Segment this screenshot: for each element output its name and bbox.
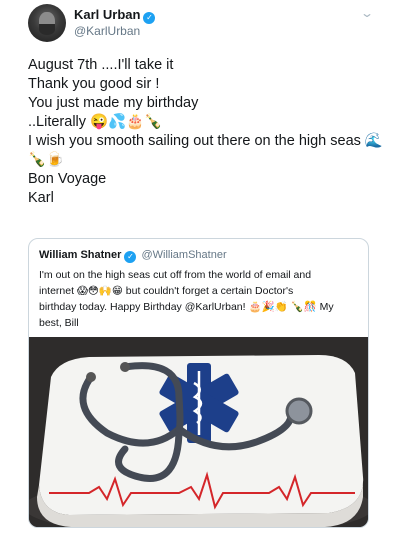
author-name[interactable]: Karl Urban ✓ bbox=[74, 7, 156, 24]
tweet-line: Thank you good sir ! bbox=[28, 76, 160, 92]
quoted-tweet-card[interactable]: William Shatner ✓ @WilliamShatner I'm out… bbox=[28, 238, 369, 528]
quoted-tweet-line: best, Bill bbox=[39, 317, 79, 329]
quoted-tweet-line: internet 😱😳🙌😁 but couldn't forget a cert… bbox=[39, 285, 294, 297]
avatar-beard bbox=[39, 24, 55, 35]
quoted-author-name[interactable]: William Shatner bbox=[39, 249, 121, 261]
avatar[interactable] bbox=[28, 4, 66, 42]
tweet-header: Karl Urban ✓ @KarlUrban ⌄ bbox=[28, 4, 378, 44]
author-name-text: Karl Urban bbox=[74, 7, 141, 22]
tweet-line: You just made my birthday bbox=[28, 95, 199, 111]
quoted-tweet-header: William Shatner ✓ @WilliamShatner bbox=[39, 249, 227, 263]
quoted-author-handle[interactable]: @WilliamShatner bbox=[141, 249, 226, 261]
cake-illustration bbox=[29, 337, 368, 527]
chevron-down-icon[interactable]: ⌄ bbox=[360, 6, 374, 20]
tweet-line: ..Literally 😜💦🎂🍾 bbox=[28, 114, 163, 130]
tweet-line: Bon Voyage bbox=[28, 171, 107, 187]
cake-photo[interactable] bbox=[29, 337, 368, 527]
verified-badge-icon: ✓ bbox=[143, 12, 156, 24]
tweet-line: August 7th ....I'll take it bbox=[28, 57, 174, 73]
tweet-line: 🍾🍺 bbox=[28, 152, 65, 168]
tweet-line: Karl bbox=[28, 190, 54, 206]
quoted-tweet-line: I'm out on the high seas cut off from th… bbox=[39, 269, 312, 281]
quoted-tweet-line: birthday today. Happy Birthday @KarlUrba… bbox=[39, 301, 334, 313]
tweet-text: August 7th ....I'll take it Thank you go… bbox=[28, 56, 383, 208]
quoted-tweet-text: I'm out on the high seas cut off from th… bbox=[39, 267, 364, 331]
verified-badge-icon: ✓ bbox=[124, 251, 137, 263]
author-handle[interactable]: @KarlUrban bbox=[74, 24, 140, 38]
tweet-line: I wish you smooth sailing out there on t… bbox=[28, 133, 383, 149]
